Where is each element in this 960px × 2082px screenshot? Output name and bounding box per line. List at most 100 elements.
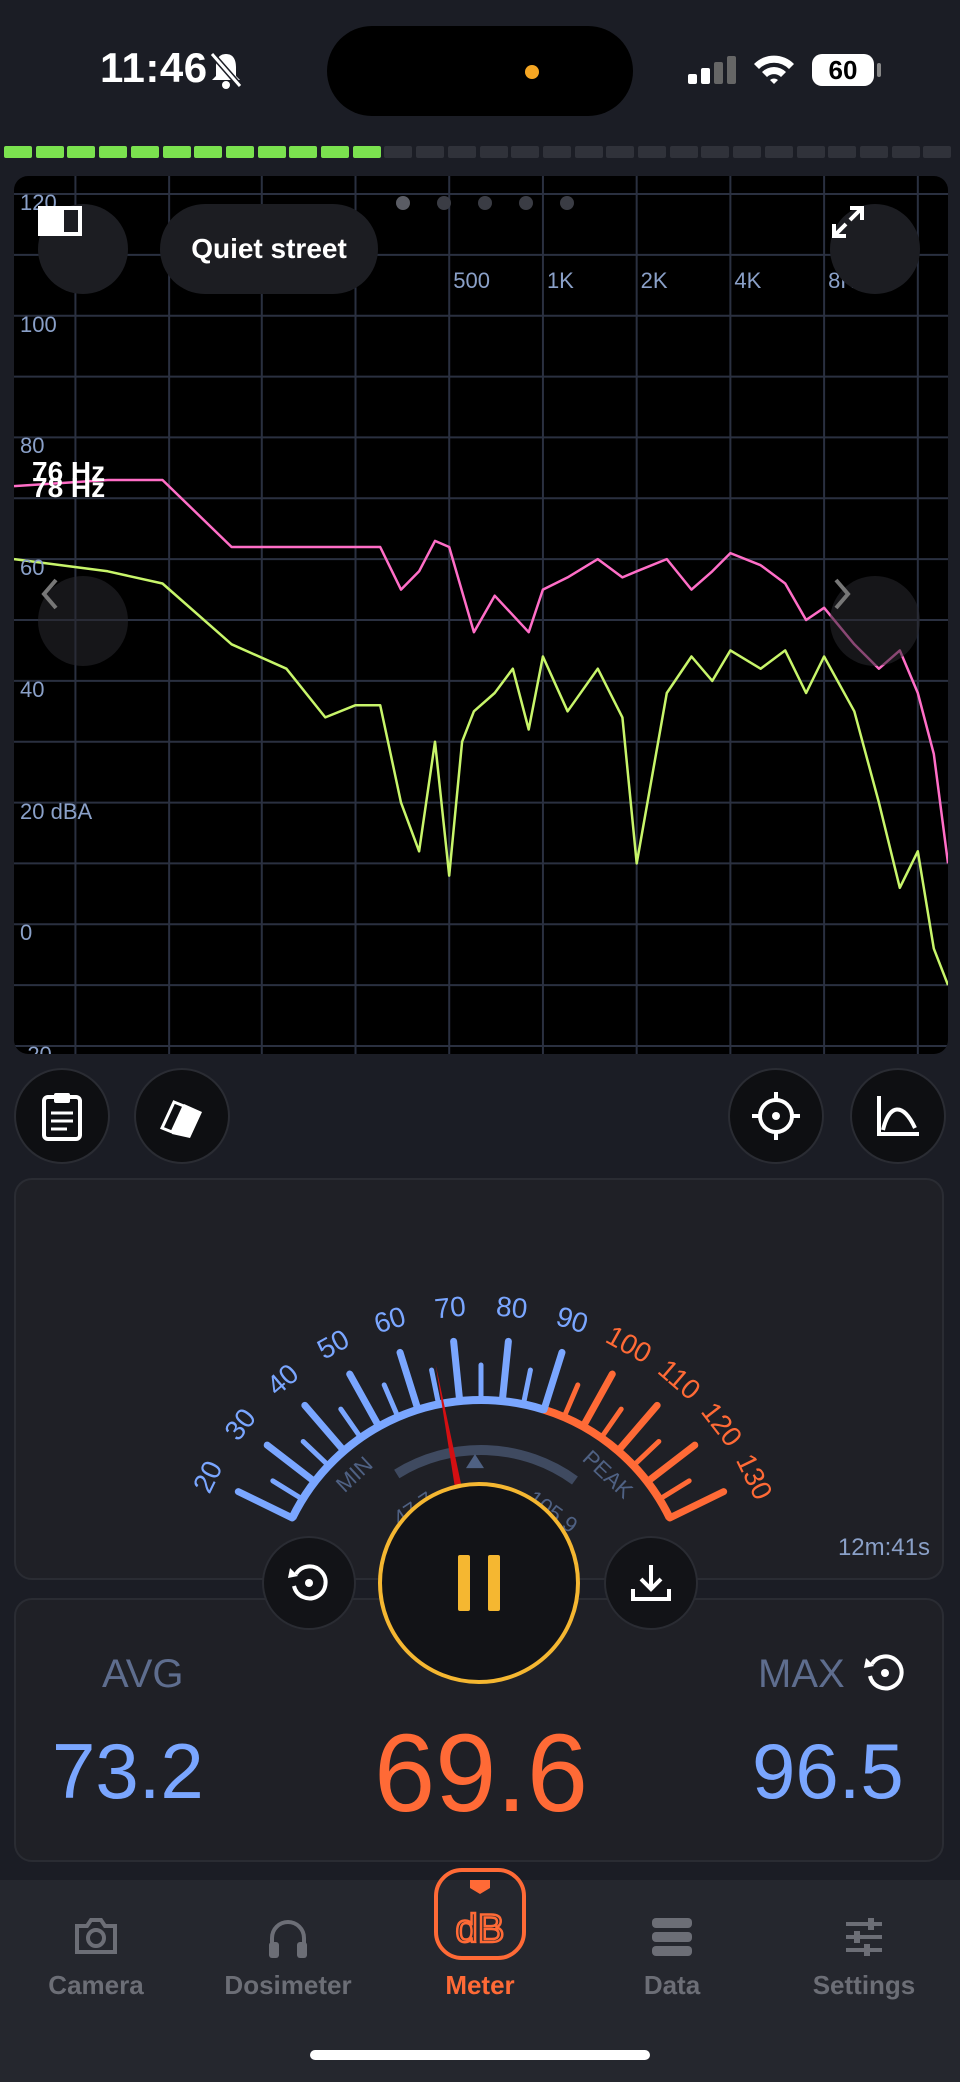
gauge-scale-label: 130	[730, 1449, 778, 1505]
pager-dot[interactable]	[519, 196, 533, 210]
next-page-button[interactable]	[830, 576, 920, 666]
level-segment	[130, 146, 159, 158]
reset-icon	[288, 1564, 328, 1601]
gauge-tick	[381, 1382, 401, 1420]
spectrum-chart[interactable]: 12010080604020 dBA0-20 5001K2K4K8K 76 Hz…	[14, 176, 948, 1054]
pager-dot[interactable]	[478, 196, 492, 210]
pager-dot[interactable]	[396, 196, 410, 210]
status-time: 11:46	[100, 44, 208, 91]
gauge-scale-label: 50	[312, 1323, 354, 1365]
level-segment	[35, 146, 64, 158]
gauge-tick	[498, 1337, 512, 1405]
tab-camera[interactable]: Camera	[0, 1880, 192, 2010]
level-segment	[574, 146, 603, 158]
level-segment	[479, 146, 508, 158]
spectrum-series-0	[14, 478, 948, 864]
chevron-right-icon	[834, 578, 851, 610]
level-segment	[289, 146, 318, 158]
y-tick-label: 40	[20, 676, 45, 702]
spectrum-series-1	[14, 557, 948, 986]
level-segment	[638, 146, 666, 158]
gauge-scale-label: 60	[370, 1300, 409, 1339]
status-bar: 11:46 60	[0, 0, 960, 140]
y-tick-label: -20	[20, 1042, 52, 1054]
tab-dosimeter[interactable]: Dosimeter	[192, 1880, 384, 2010]
max-value: 96.5	[752, 1727, 904, 1815]
level-segment	[796, 146, 825, 158]
gauge-scale-label: 110	[652, 1353, 706, 1406]
gauge-tick	[561, 1382, 581, 1420]
x-tick-label: 2K	[640, 268, 668, 293]
level-segment	[764, 146, 793, 158]
tab-settings[interactable]: Settings	[768, 1880, 960, 2010]
gauge-scale-label: 90	[553, 1300, 592, 1339]
pause-icon	[458, 1555, 500, 1611]
book-icon	[38, 206, 82, 236]
fullscreen-button[interactable]	[830, 204, 920, 294]
save-button[interactable]	[604, 1536, 698, 1630]
preset-selector[interactable]: Quiet street	[160, 204, 378, 294]
sliders-icon	[846, 1918, 882, 1956]
level-segment	[669, 146, 698, 158]
gauge-tick	[643, 1441, 699, 1486]
clipboard-icon	[42, 1093, 82, 1141]
guide-button[interactable]	[38, 204, 128, 294]
level-segment	[4, 146, 32, 158]
gauge-tick	[520, 1367, 533, 1407]
tab-meter[interactable]: dB Meter	[384, 1868, 576, 2010]
download-icon	[631, 1565, 671, 1601]
level-segment	[859, 146, 888, 158]
gauge-tick	[270, 1478, 306, 1502]
dynamic-island	[327, 26, 633, 116]
presets-button[interactable]	[134, 1068, 230, 1164]
x-tick-label: 500	[453, 268, 490, 293]
target-button[interactable]	[728, 1068, 824, 1164]
gauge-tick	[450, 1337, 464, 1405]
gauge-tick	[540, 1348, 566, 1414]
gauge-tick	[346, 1370, 383, 1430]
level-segment	[225, 146, 254, 158]
gauge-avg-marker	[465, 1454, 484, 1469]
notes-button[interactable]	[14, 1068, 110, 1164]
pause-button[interactable]	[378, 1482, 580, 1684]
y-tick-label: 100	[20, 311, 57, 337]
level-segment	[891, 146, 920, 158]
level-segment	[321, 146, 349, 158]
tab-data[interactable]: Data	[576, 1880, 768, 2010]
gauge-peak-label: PEAK	[578, 1445, 638, 1504]
reset-button[interactable]	[262, 1536, 356, 1630]
gauge-tick	[666, 1488, 728, 1522]
tab-label: Settings	[812, 1970, 916, 2000]
gauge-tick	[263, 1441, 319, 1486]
gauge-min-peak-arc	[394, 1445, 578, 1485]
gauge-scale-label: 20	[187, 1456, 229, 1498]
gauge-scale-label: 30	[218, 1402, 262, 1446]
cards-icon	[159, 1100, 202, 1138]
level-segment	[67, 146, 96, 158]
level-segment	[194, 146, 223, 158]
reset-max-icon[interactable]	[862, 1650, 908, 1696]
level-segment	[162, 146, 191, 158]
level-segment	[352, 146, 381, 158]
pager-dot[interactable]	[560, 196, 574, 210]
x-tick-label: 1K	[546, 268, 574, 293]
level-segment	[447, 146, 476, 158]
tab-label: Dosimeter	[224, 1970, 352, 2000]
prev-page-button[interactable]	[38, 576, 128, 666]
level-segment	[99, 146, 128, 158]
gauge-tick	[614, 1401, 661, 1455]
gauge-scale-label: 70	[433, 1290, 467, 1324]
cursor-label-2: 78 Hz	[32, 472, 106, 503]
gauge-tick	[579, 1370, 616, 1430]
gauge-scale-label: 80	[495, 1290, 529, 1324]
x-tick-label: 4K	[734, 268, 762, 293]
gauge-tick	[396, 1348, 422, 1414]
pager-dot[interactable]	[437, 196, 451, 210]
level-segment	[733, 146, 762, 158]
avg-label: AVG	[102, 1652, 184, 1696]
level-segment	[606, 146, 635, 158]
mic-indicator	[525, 65, 539, 79]
wifi-icon	[754, 55, 794, 84]
chart-mode-button[interactable]	[850, 1068, 946, 1164]
max-label: MAX	[758, 1652, 845, 1696]
